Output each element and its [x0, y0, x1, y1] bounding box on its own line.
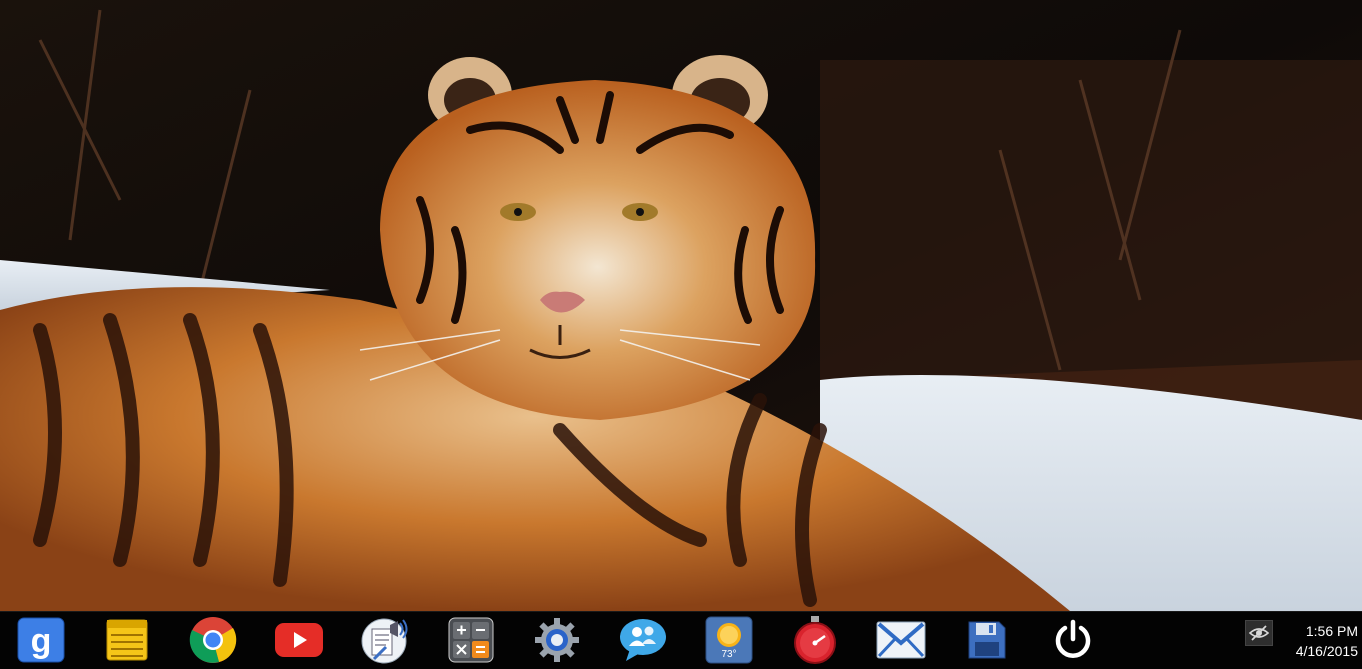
mail-button[interactable] — [875, 614, 927, 666]
google-icon: g — [17, 617, 65, 663]
settings-button[interactable] — [531, 614, 583, 666]
chat-people-icon — [620, 619, 666, 661]
stopwatch-icon — [794, 616, 836, 664]
floppy-disk-icon — [968, 621, 1006, 659]
gear-icon — [535, 618, 579, 662]
desktop-wallpaper — [0, 0, 1362, 611]
youtube-button[interactable] — [273, 614, 325, 666]
mail-icon — [876, 621, 926, 659]
system-clock[interactable]: 1:56 PM 4/16/2015 — [1282, 621, 1358, 661]
chrome-button[interactable] — [187, 614, 239, 666]
visibility-toggle-button[interactable] — [1245, 620, 1273, 646]
speech-document-icon — [361, 618, 408, 664]
youtube-icon — [275, 623, 323, 657]
text-to-speech-button[interactable] — [359, 614, 411, 666]
eye-hidden-icon — [1248, 625, 1270, 641]
save-button[interactable] — [961, 614, 1013, 666]
calculator-button[interactable] — [445, 614, 497, 666]
chrome-icon — [189, 617, 237, 663]
notes-icon — [106, 619, 148, 661]
google-search-button[interactable]: g — [15, 614, 67, 666]
tiger-wallpaper-image — [0, 0, 1362, 611]
notes-button[interactable] — [101, 614, 153, 666]
taskbar: g 73° 1:56 PM 4/16/2015 — [0, 611, 1362, 669]
clock-date: 4/16/2015 — [1295, 643, 1358, 659]
clock-time: 1:56 PM — [1305, 623, 1358, 639]
calculator-icon — [448, 617, 494, 663]
messenger-button[interactable] — [617, 614, 669, 666]
weather-temperature: 73° — [721, 649, 737, 660]
power-icon — [1055, 619, 1091, 658]
svg-text:g: g — [31, 622, 52, 660]
stopwatch-button[interactable] — [789, 614, 841, 666]
power-button[interactable] — [1047, 614, 1099, 666]
weather-button[interactable]: 73° — [703, 614, 755, 666]
